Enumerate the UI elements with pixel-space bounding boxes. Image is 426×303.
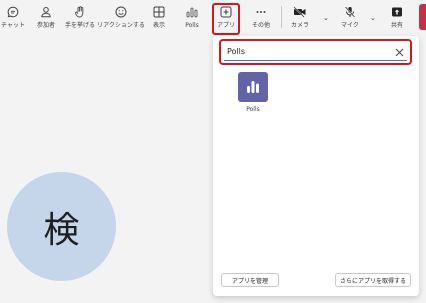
manage-apps-label: アプリを管理 xyxy=(231,277,268,285)
avatar-initial: 検 xyxy=(43,209,80,251)
polls-app-icon xyxy=(238,72,268,102)
emoji-icon xyxy=(115,2,127,22)
react-label: リアクションする xyxy=(97,22,145,29)
polls-icon xyxy=(186,2,198,22)
people-icon xyxy=(40,2,52,22)
polls-label: Polls xyxy=(185,22,199,29)
more-button[interactable]: その他 xyxy=(250,2,272,34)
mic-button[interactable]: マイク xyxy=(340,2,360,34)
raise-hand-label: 手を挙げる xyxy=(64,22,95,29)
chat-button[interactable]: チャット xyxy=(1,2,25,34)
polls-button[interactable]: Polls xyxy=(183,2,201,34)
react-button[interactable]: リアクションする xyxy=(97,2,145,34)
share-icon xyxy=(391,2,403,22)
mic-label: マイク xyxy=(341,22,359,29)
participants-button[interactable]: 参加者 xyxy=(34,2,58,34)
avatar: 検 xyxy=(7,172,116,281)
manage-apps-button[interactable]: アプリを管理 xyxy=(221,273,279,287)
share-label: 共有 xyxy=(390,22,403,29)
toolbar-divider xyxy=(281,6,282,28)
raise-hand-button[interactable]: 手を挙げる xyxy=(64,2,96,34)
search-highlight-box xyxy=(219,39,412,65)
apps-search-input[interactable] xyxy=(224,43,407,61)
mic-options-chevron-icon[interactable]: ⌄ xyxy=(370,14,376,22)
grid-icon xyxy=(153,2,165,22)
chat-icon xyxy=(7,2,19,22)
more-label: その他 xyxy=(251,22,270,29)
camera-off-icon xyxy=(293,2,307,22)
get-more-apps-button[interactable]: さらにアプリを取得する xyxy=(335,273,411,287)
apps-highlight-box xyxy=(212,3,240,35)
camera-button[interactable]: カメラ xyxy=(290,2,310,34)
app-name-label: Polls xyxy=(246,106,260,113)
more-icon xyxy=(255,2,267,22)
meeting-toolbar: チャット 参加者 手を挙げる リアクションする 表示 Polls アプリ その他… xyxy=(0,0,426,36)
view-button[interactable]: 表示 xyxy=(150,2,168,34)
get-more-apps-label: さらにアプリを取得する xyxy=(340,277,407,285)
app-tile-polls[interactable]: Polls xyxy=(235,72,271,113)
camera-options-chevron-icon[interactable]: ⌄ xyxy=(323,14,329,22)
clear-search-icon[interactable] xyxy=(393,46,405,58)
view-label: 表示 xyxy=(152,22,165,29)
share-button[interactable]: 共有 xyxy=(388,2,406,34)
leave-button[interactable] xyxy=(419,4,426,30)
hand-icon xyxy=(74,2,86,22)
participants-label: 参加者 xyxy=(36,22,55,29)
chat-label: チャット xyxy=(1,22,25,29)
apps-flyout: Polls アプリを管理 さらにアプリを取得する xyxy=(213,36,419,296)
mic-off-icon xyxy=(344,2,356,22)
camera-label: カメラ xyxy=(290,22,309,29)
